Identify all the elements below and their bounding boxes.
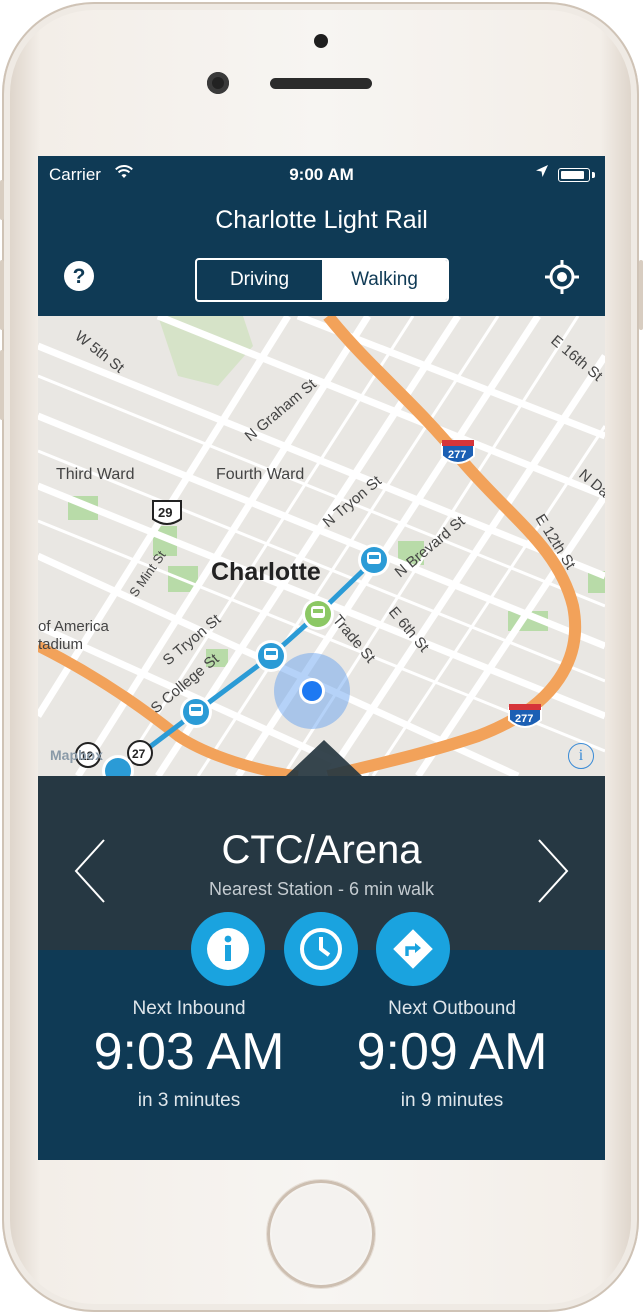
district-label: Fourth Ward [216, 466, 304, 483]
app-screen: Carrier 9:00 AM Charlotte Light Rail ? D… [38, 156, 605, 1160]
poi-label: of America [38, 618, 110, 635]
map-canvas: W 5th St N Graham St Third Ward Fourth W… [38, 316, 605, 776]
station-marker[interactable] [358, 544, 390, 576]
next-inbound-label: Next Inbound [132, 998, 246, 1019]
status-bar: Carrier 9:00 AM [38, 164, 605, 186]
app-title: Charlotte Light Rail [215, 206, 428, 234]
mode-segmented-control: Driving Walking [195, 258, 449, 302]
shield-label: 29 [158, 505, 172, 520]
clock-icon [300, 928, 342, 970]
station-panel: CTC/Arena Nearest Station - 6 min walk N… [38, 740, 605, 1160]
panel-pointer [286, 740, 362, 776]
next-outbound-eta: in 9 minutes [400, 1090, 504, 1111]
power-button [639, 260, 643, 330]
front-camera [207, 72, 229, 94]
volume-down-button [0, 350, 4, 420]
mute-switch [0, 180, 4, 220]
shield-label: 277 [515, 713, 533, 725]
app-header: Carrier 9:00 AM Charlotte Light Rail ? D… [38, 156, 605, 316]
location-arrow-icon [535, 164, 549, 181]
next-inbound-time: 9:03 AM [93, 1023, 285, 1081]
poi-label: tadium [38, 636, 83, 653]
station-marker[interactable] [255, 640, 287, 672]
next-inbound-eta: in 3 minutes [137, 1090, 241, 1111]
help-button[interactable]: ? [64, 261, 94, 291]
home-button[interactable] [267, 1180, 375, 1288]
station-info-button[interactable] [191, 912, 265, 986]
station-marker-selected[interactable] [302, 598, 334, 630]
directions-button[interactable] [376, 912, 450, 986]
volume-up-button [0, 260, 4, 330]
info-icon [207, 928, 249, 970]
shield-label: 277 [448, 449, 466, 461]
battery-icon [558, 168, 590, 182]
schedule-button[interactable] [284, 912, 358, 986]
tab-driving[interactable]: Driving [197, 260, 322, 300]
station-name: CTC/Arena [221, 828, 422, 872]
map-view[interactable]: W 5th St N Graham St Third Ward Fourth W… [38, 316, 605, 776]
battery-tip-icon [592, 172, 595, 178]
tab-walking[interactable]: Walking [322, 260, 447, 300]
city-label: Charlotte [211, 558, 321, 586]
earpiece-speaker [270, 78, 372, 89]
user-location-dot [302, 681, 322, 701]
proximity-sensor [314, 34, 328, 48]
mapbox-attribution[interactable]: Mapbox [50, 747, 103, 763]
map-info-button[interactable]: i [568, 743, 594, 769]
locate-me-icon[interactable] [545, 260, 579, 294]
nearest-station-text: Nearest Station - 6 min walk [208, 879, 435, 899]
station-marker[interactable] [180, 696, 212, 728]
next-outbound-time: 9:09 AM [356, 1023, 548, 1081]
shield-label: 27 [132, 747, 146, 761]
district-label: Third Ward [56, 466, 135, 483]
directions-icon [393, 929, 433, 969]
status-time: 9:00 AM [289, 165, 354, 184]
next-outbound-label: Next Outbound [388, 998, 516, 1019]
